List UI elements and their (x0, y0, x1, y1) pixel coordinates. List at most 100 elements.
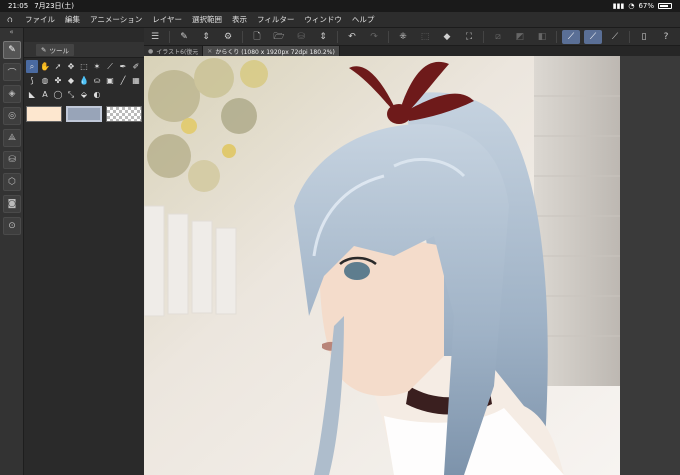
pencil-tool-icon[interactable]: ✐ (130, 60, 142, 73)
toolbar-separator (629, 30, 630, 43)
toolbar-separator (483, 30, 484, 43)
color-icon[interactable]: ⛁ (3, 151, 21, 169)
toolbar-separator (388, 30, 389, 43)
main-color-swatch[interactable] (26, 106, 62, 122)
balloon-icon[interactable]: ◯ (52, 88, 64, 101)
text-tool-icon[interactable]: A (39, 88, 51, 101)
move-tool-icon[interactable]: ✥ (65, 60, 77, 73)
save-icon[interactable]: ⛁ (292, 30, 310, 44)
tool-tab[interactable]: ✎ ツール (36, 43, 74, 56)
status-time: 21:05 (8, 2, 29, 10)
color-swatches (24, 103, 144, 125)
status-bar: 21:05 7月23日(土) ▮▮▮ ◔ 67% (0, 0, 680, 12)
tool-grid: ⌕ ✋ ➚ ✥ ⬚ ✶ ⟋ ✒ ✐ ⟆ ◍ ✤ ◆ 💧 ⛀ ▣ ╱ ▦ ◣ A … (24, 58, 144, 103)
open-folder-icon[interactable]: 🗁 (270, 30, 288, 44)
menu-filter[interactable]: フィルター (252, 14, 299, 25)
clip-studio-logo-icon[interactable]: ဂ (0, 12, 20, 27)
stepper-icon[interactable]: ⇕ (314, 30, 332, 44)
device-icon[interactable]: ▯ (635, 30, 653, 44)
document-tabs: ● イラスト6(復元 ✕ からくり (1080 x 1920px 72dpi 1… (144, 46, 680, 56)
correct-line-icon[interactable]: ⤡ (65, 88, 77, 101)
figure-icon[interactable]: ╱ (117, 74, 129, 87)
layer-icon[interactable]: ◈ (3, 85, 21, 103)
snap-special-ruler-icon[interactable]: ⟋ (584, 29, 602, 44)
status-right: ▮▮▮ ◔ 67% (613, 2, 672, 10)
hand-tool-icon[interactable]: ✋ (39, 60, 51, 73)
left-command-bar: « ✎ ⌒ ◈ ◎ ⟁ ⛁ ⬡ ◙ ⊙ (0, 28, 24, 475)
pen-tool-icon[interactable]: ✒ (117, 60, 129, 73)
doc-tab[interactable]: ● イラスト6(復元 (144, 46, 204, 56)
canvas-area[interactable] (144, 56, 680, 475)
magic-wand-icon[interactable]: ✶ (91, 60, 103, 73)
snap-grid-icon[interactable]: ⟋ (606, 30, 624, 44)
transform-icon[interactable]: ⛶ (460, 30, 478, 44)
battery-icon (658, 3, 672, 9)
toolbar-separator (337, 30, 338, 43)
menu-edit[interactable]: 編集 (60, 14, 85, 25)
edit-icon[interactable]: ✎ (175, 30, 193, 44)
frame-icon[interactable]: ▦ (130, 74, 142, 87)
wifi-icon: ◔ (628, 2, 635, 10)
menu-view[interactable]: 表示 (227, 14, 252, 25)
transparent-color-swatch[interactable] (106, 106, 142, 122)
collapse-icon[interactable]: « (0, 28, 23, 38)
pen-icon[interactable]: ✎ (3, 41, 21, 59)
zoom-tool-icon[interactable]: ⌕ (26, 60, 38, 73)
snap-ruler-icon[interactable]: ⟋ (562, 29, 580, 44)
undo-icon[interactable]: ↶ (343, 30, 361, 44)
color-mix-icon[interactable]: ◐ (91, 88, 103, 101)
menu-help[interactable]: ヘルプ (347, 14, 380, 25)
canvas-right-margin (620, 56, 680, 475)
decoration-icon[interactable]: ✤ (52, 74, 64, 87)
gradient-icon[interactable]: ▣ (104, 74, 116, 87)
settings-icon[interactable]: ⚙ (219, 30, 237, 44)
menu-selection[interactable]: 選択範囲 (187, 14, 227, 25)
menu-animation[interactable]: アニメーション (85, 14, 147, 25)
tool-palette: ✎ ツール ⌕ ✋ ➚ ✥ ⬚ ✶ ⟋ ✒ ✐ ⟆ ◍ ✤ ◆ 💧 ⛀ ▣ ╱ … (24, 28, 144, 475)
eraser-icon[interactable]: ◆ (65, 74, 77, 87)
reference-layer-icon[interactable]: ◩ (511, 30, 529, 44)
airbrush-icon[interactable]: ◍ (39, 74, 51, 87)
artwork-illustration (144, 56, 620, 475)
help-icon[interactable]: ? (657, 30, 675, 44)
eyedropper-icon[interactable]: ⟋ (104, 60, 116, 73)
doc-tab-active[interactable]: ✕ からくり (1080 x 1920px 72dpi 180.2%) (203, 46, 340, 56)
menu-file[interactable]: ファイル (20, 14, 60, 25)
menu-window[interactable]: ウィンドウ (299, 14, 347, 25)
material-icon[interactable]: ⬡ (3, 173, 21, 191)
selection-tool-icon[interactable]: ⬚ (78, 60, 90, 73)
deselect-icon[interactable]: ⁜ (394, 30, 412, 44)
brush-icon[interactable]: ⌒ (3, 63, 21, 81)
brush-tool-icon[interactable]: ⟆ (26, 74, 38, 87)
sub-color-swatch[interactable] (66, 106, 102, 122)
ruler-off-icon[interactable]: ⧄ (489, 30, 507, 44)
operation-tool-icon[interactable]: ➚ (52, 60, 64, 73)
navigator-icon[interactable]: ◎ (3, 107, 21, 125)
fill-icon[interactable]: ⛀ (91, 74, 103, 87)
sub-tool-icon[interactable]: ⟁ (3, 129, 21, 147)
menu-icon[interactable]: ☰ (146, 30, 164, 44)
camera-icon[interactable]: ◙ (3, 195, 21, 213)
tool-palette-header: ✎ ツール (24, 42, 144, 58)
menu-layer[interactable]: レイヤー (147, 14, 187, 25)
dot-icon: ● (148, 47, 154, 55)
menu-bar: ဂ ファイル 編集 アニメーション レイヤー 選択範囲 表示 フィルター ウィン… (0, 12, 680, 28)
doc-tab-label: からくり (1080 x 1920px 72dpi 180.2%) (215, 48, 335, 56)
clear-icon[interactable]: ⬚ (416, 30, 434, 44)
redo-icon[interactable]: ↷ (365, 30, 383, 44)
layer-mask-icon[interactable]: ◧ (533, 30, 551, 44)
toolbar-separator (169, 30, 170, 43)
search-icon[interactable]: ⊙ (3, 217, 21, 235)
new-file-icon[interactable]: 🗋 (248, 30, 266, 44)
fill-selection-icon[interactable]: ◆ (438, 30, 456, 44)
blend-icon[interactable]: 💧 (78, 74, 90, 87)
artwork-canvas[interactable] (144, 56, 620, 475)
status-date: 7月23日(土) (34, 2, 75, 10)
toolbar-separator (242, 30, 243, 43)
tool-tab-label: ツール (49, 46, 69, 55)
ruler-icon[interactable]: ◣ (26, 88, 38, 101)
fill-bucket-icon[interactable]: ⬙ (78, 88, 90, 101)
close-icon[interactable]: ✕ (207, 48, 212, 55)
doc-tab-label: イラスト6(復元 (156, 48, 199, 56)
stepper-icon[interactable]: ⇕ (197, 30, 215, 44)
